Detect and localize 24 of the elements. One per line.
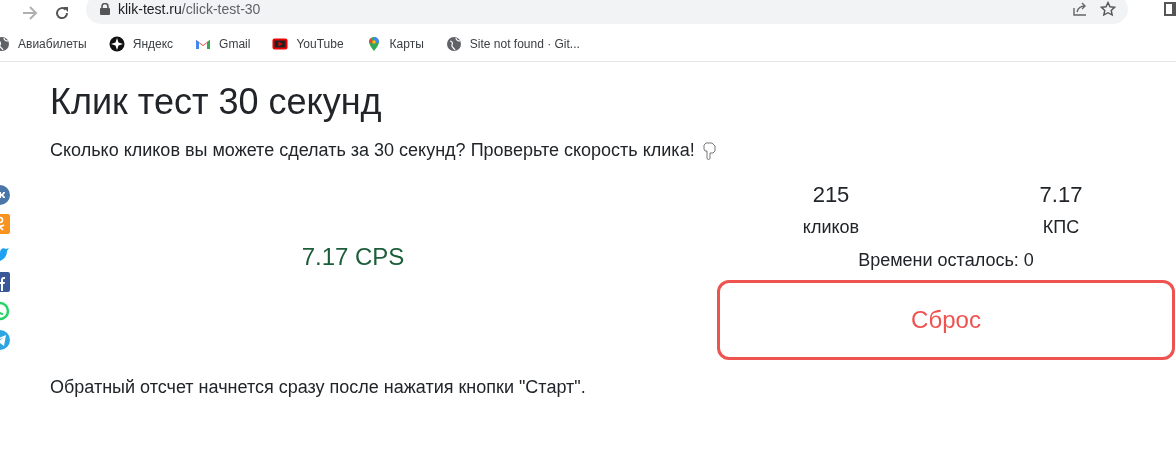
bookmark-link[interactable]: YouTube <box>296 34 344 53</box>
reload-icon[interactable] <box>54 5 70 21</box>
star-icon[interactable] <box>1100 1 1116 17</box>
time-left-text: Времени осталось: 0 <box>858 249 1034 272</box>
bookmark-link[interactable]: Карты <box>389 34 424 53</box>
page-title: Клик тест 30 секунд <box>50 80 383 124</box>
cps-result: 7.17 CPS <box>301 241 405 272</box>
bookmark-link[interactable]: Site not found · Git... <box>469 34 580 53</box>
stat-value: 215 <box>812 181 850 209</box>
sidebar-icon[interactable] <box>1164 2 1176 16</box>
bookmark-link[interactable]: Авиабилеты <box>18 34 87 53</box>
address-bar[interactable]: klik-test.ru/click-test-30 <box>86 0 1128 24</box>
globe-icon <box>445 35 462 52</box>
bookmark-link[interactable]: Gmail <box>219 34 251 53</box>
compass-star-icon <box>108 35 125 52</box>
stat-value: 7.17 <box>1039 181 1083 209</box>
share-icon[interactable] <box>1072 1 1088 17</box>
stat-label: кликов <box>802 216 860 239</box>
lock-icon <box>100 3 110 15</box>
url-text: klik-test.ru/click-test-30 <box>118 0 261 19</box>
subtitle-text: Сколько кликов вы можете сделать за 30 секунд? Проверьте скорость клика! <box>50 139 695 162</box>
countdown-note: Обратный отсчет начнется сразу после нажатия кнопки "Старт". <box>50 376 587 399</box>
bookmark-link[interactable]: Яндекс <box>132 34 174 53</box>
stat-label: КПС <box>1042 216 1080 239</box>
